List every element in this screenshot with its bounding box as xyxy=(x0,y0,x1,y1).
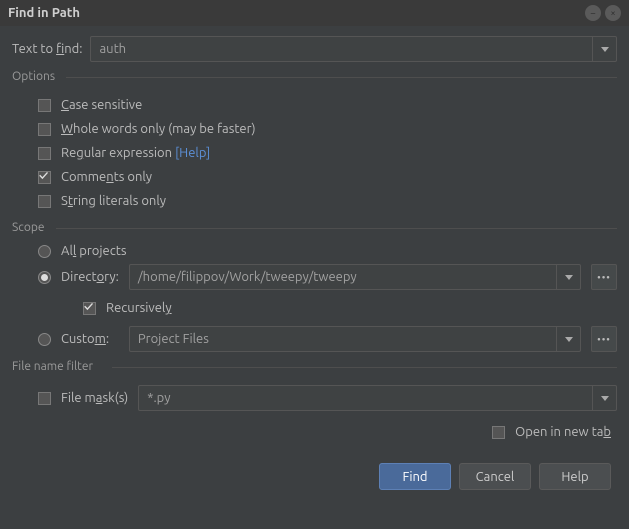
open-new-tab-checkbox[interactable] xyxy=(492,426,505,439)
case-sensitive-label: Case sensitive xyxy=(61,98,142,112)
scope-legend: Scope xyxy=(12,221,617,234)
file-mask-dropdown[interactable] xyxy=(592,386,616,410)
regex-checkbox[interactable] xyxy=(38,147,51,160)
minimize-icon[interactable]: – xyxy=(585,5,601,21)
help-button[interactable]: Help xyxy=(539,463,611,490)
string-literals-checkbox[interactable] xyxy=(38,195,51,208)
directory-value[interactable]: /home/filippov/Work/tweepy/tweepy xyxy=(130,265,556,289)
file-mask-checkbox[interactable] xyxy=(38,392,51,405)
chevron-down-icon xyxy=(565,275,573,280)
comments-only-checkbox[interactable] xyxy=(38,171,51,184)
chevron-down-icon xyxy=(601,396,609,401)
all-projects-radio[interactable] xyxy=(38,245,51,258)
directory-dropdown[interactable] xyxy=(556,265,580,289)
file-mask-value[interactable]: *.py xyxy=(139,386,592,410)
text-to-find-value[interactable]: auth xyxy=(91,37,592,61)
string-literals-label: String literals only xyxy=(61,194,166,208)
options-legend: Options xyxy=(12,70,617,83)
directory-radio[interactable] xyxy=(38,271,51,284)
case-sensitive-checkbox[interactable] xyxy=(38,99,51,112)
whole-words-label: Whole words only (may be faster) xyxy=(61,122,256,136)
recursively-checkbox[interactable] xyxy=(83,302,96,315)
custom-input[interactable]: Project Files xyxy=(129,326,581,352)
text-to-find-dropdown[interactable] xyxy=(592,37,616,61)
all-projects-label: All projects xyxy=(61,244,617,258)
file-mask-input[interactable]: *.py xyxy=(138,385,617,411)
custom-dropdown[interactable] xyxy=(556,327,580,351)
directory-label: Directory: xyxy=(61,270,119,284)
title-bar-controls: – × xyxy=(585,5,621,21)
filter-legend: File name filter xyxy=(12,360,617,373)
directory-browse-button[interactable]: ••• xyxy=(591,264,617,290)
comments-only-label: Comments only xyxy=(61,170,152,184)
text-to-find-label: Text to find: xyxy=(12,42,82,56)
custom-label: Custom: xyxy=(61,332,119,346)
title-bar: Find in Path – × xyxy=(0,0,629,26)
custom-radio[interactable] xyxy=(38,333,51,346)
text-to-find-input[interactable]: auth xyxy=(90,36,617,62)
find-button[interactable]: Find xyxy=(379,463,451,490)
custom-value[interactable]: Project Files xyxy=(130,327,556,351)
custom-browse-button[interactable]: ••• xyxy=(591,326,617,352)
directory-input[interactable]: /home/filippov/Work/tweepy/tweepy xyxy=(129,264,581,290)
regex-label: Regular expression [Help] xyxy=(61,146,210,160)
file-mask-label: File mask(s) xyxy=(61,391,128,405)
window-title: Find in Path xyxy=(8,6,80,20)
chevron-down-icon xyxy=(601,47,609,52)
whole-words-checkbox[interactable] xyxy=(38,123,51,136)
close-icon[interactable]: × xyxy=(605,5,621,21)
open-new-tab-label: Open in new tab xyxy=(515,425,611,439)
chevron-down-icon xyxy=(565,337,573,342)
regex-help-link[interactable]: [Help] xyxy=(175,146,210,160)
cancel-button[interactable]: Cancel xyxy=(459,463,531,490)
recursively-label: Recursively xyxy=(106,301,172,315)
